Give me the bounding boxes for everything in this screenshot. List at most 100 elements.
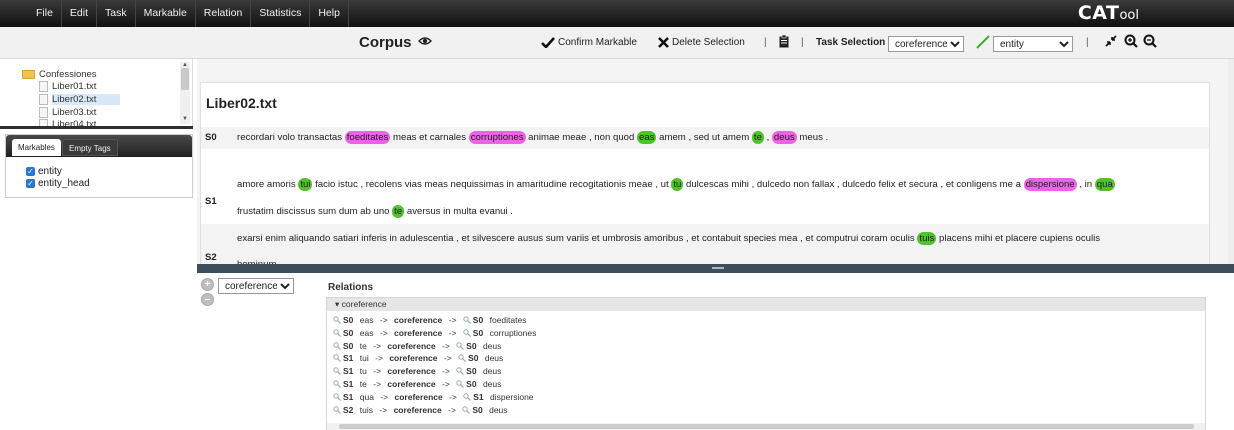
search-icon[interactable] bbox=[463, 393, 472, 401]
add-relation-button[interactable]: + bbox=[201, 278, 214, 291]
search-icon[interactable] bbox=[333, 316, 341, 324]
eye-icon[interactable] bbox=[418, 36, 432, 46]
markable-type-select[interactable]: entity bbox=[993, 36, 1073, 52]
search-icon[interactable] bbox=[456, 341, 465, 350]
search-icon[interactable] bbox=[456, 367, 465, 376]
markable-highlight[interactable]: dispersione bbox=[1023, 178, 1077, 191]
to-sentence-id: S0 bbox=[466, 366, 477, 377]
zoom-in-icon[interactable] bbox=[1124, 34, 1138, 48]
left-panel-divider[interactable] bbox=[0, 126, 193, 129]
search-icon[interactable] bbox=[333, 405, 341, 414]
tree-file-item[interactable]: Liber03.txt bbox=[39, 107, 96, 118]
tree-folder-confessiones[interactable]: Confessiones bbox=[22, 69, 97, 80]
search-icon[interactable] bbox=[463, 329, 471, 337]
relation-item[interactable]: S1 te -> coreference -> S0 deus bbox=[333, 379, 501, 389]
arrow-text: -> bbox=[448, 404, 456, 415]
to-markable: deus bbox=[489, 404, 508, 415]
document-title: Liber02.txt bbox=[206, 95, 277, 111]
markable-highlight[interactable]: deus bbox=[771, 131, 797, 144]
sentence-text[interactable]: recordari volo transactas foeditates mea… bbox=[237, 131, 828, 144]
relation-item[interactable]: S1 tui -> coreference -> S0 deus bbox=[333, 353, 503, 363]
tab-empty-tags[interactable]: Empty Tags bbox=[62, 139, 118, 156]
relation-item[interactable]: S0 eas -> coreference -> S0 foeditates bbox=[333, 315, 526, 325]
relation-item[interactable]: S0 eas -> coreference -> S0 corruptiones bbox=[333, 328, 536, 338]
logo-text-big: CAT bbox=[1077, 2, 1120, 24]
markable-highlight[interactable]: te bbox=[751, 131, 764, 144]
tree-file-item[interactable]: Liber02.txt bbox=[39, 94, 121, 105]
arrow-text: -> bbox=[379, 315, 388, 325]
search-icon[interactable] bbox=[333, 393, 341, 401]
search-icon[interactable] bbox=[333, 354, 341, 363]
menu-statistics[interactable]: Statistics bbox=[251, 0, 311, 27]
markable-highlight[interactable]: tuis bbox=[917, 232, 937, 245]
text-span: , in bbox=[1076, 179, 1095, 190]
relation-item[interactable]: S1 qua -> coreference -> S1 dispersione bbox=[333, 392, 534, 402]
arrow-text: -> bbox=[373, 366, 382, 377]
search-icon[interactable] bbox=[333, 367, 341, 376]
task-selection-select[interactable]: coreference bbox=[888, 36, 964, 52]
menu-relation[interactable]: Relation bbox=[196, 0, 252, 27]
text-span: recordari volo transactas bbox=[237, 132, 345, 143]
markable-highlight[interactable]: tu bbox=[671, 178, 684, 191]
panel-splitter[interactable] bbox=[197, 264, 1234, 273]
search-icon[interactable] bbox=[462, 405, 471, 414]
menu-edit[interactable]: Edit bbox=[62, 0, 98, 27]
sentence-text[interactable]: amore amoris tui facio istuc , recolens … bbox=[237, 178, 1115, 191]
splitter-grip[interactable] bbox=[712, 267, 724, 269]
menu-task[interactable]: Task bbox=[97, 0, 136, 27]
pencil-icon[interactable] bbox=[976, 35, 990, 49]
checkbox-checked-icon[interactable]: ✓ bbox=[26, 179, 35, 188]
relation-type-select[interactable]: coreference bbox=[218, 278, 294, 294]
clipboard-icon[interactable] bbox=[779, 35, 789, 48]
delete-selection-button[interactable]: Delete Selection bbox=[658, 37, 745, 48]
markable-highlight[interactable]: corruptiones bbox=[468, 131, 526, 144]
collapse-icon[interactable] bbox=[1105, 35, 1117, 47]
markable-highlight[interactable]: te bbox=[392, 205, 405, 218]
scroll-down-icon[interactable]: ▼ bbox=[182, 116, 188, 122]
scrollbar-thumb[interactable] bbox=[181, 68, 189, 90]
close-icon bbox=[658, 37, 669, 48]
zoom-out-icon[interactable] bbox=[1143, 34, 1157, 48]
to-markable: corruptiones bbox=[489, 327, 537, 338]
markable-highlight[interactable]: foeditates bbox=[344, 131, 391, 144]
confirm-markable-button[interactable]: Confirm Markable bbox=[541, 37, 637, 48]
relations-hscrollbar[interactable] bbox=[327, 423, 1205, 430]
relation-item[interactable]: S0 te -> coreference -> S0 deus bbox=[333, 341, 501, 351]
sentence-text[interactable]: frustatim discissus sum dum ab uno te av… bbox=[237, 205, 513, 218]
menu-file[interactable]: File bbox=[28, 0, 62, 27]
relation-item[interactable]: S1 tu -> coreference -> S0 deus bbox=[333, 366, 501, 376]
tree-file-item[interactable]: Liber01.txt bbox=[39, 81, 96, 92]
menu-help[interactable]: Help bbox=[310, 0, 349, 27]
from-markable: eas bbox=[359, 327, 374, 338]
sentence-text[interactable]: exarsi enim aliquando satiari inferis in… bbox=[237, 232, 1100, 245]
relations-group-header[interactable]: ▾ coreference bbox=[327, 298, 1205, 311]
search-icon[interactable] bbox=[458, 354, 466, 363]
markable-highlight[interactable]: qua bbox=[1094, 178, 1115, 191]
checkbox-checked-icon[interactable]: ✓ bbox=[26, 167, 35, 176]
from-markable: eas bbox=[359, 315, 374, 325]
relation-item[interactable]: S2 tuis -> coreference -> S0 deus bbox=[333, 405, 508, 415]
search-icon[interactable] bbox=[456, 380, 465, 388]
markable-highlight[interactable]: tui bbox=[298, 178, 313, 191]
search-icon[interactable] bbox=[333, 341, 341, 350]
scrollbar-thumb[interactable] bbox=[339, 424, 1194, 429]
from-sentence-id: S0 bbox=[343, 315, 354, 325]
sentence-id: S2 bbox=[205, 252, 217, 263]
menu-markable[interactable]: Markable bbox=[136, 0, 196, 27]
sentence-row-s0: S0 recordari volo transactas foeditates … bbox=[201, 127, 1209, 149]
markable-highlight[interactable]: eas bbox=[637, 131, 657, 144]
search-icon[interactable] bbox=[333, 329, 341, 337]
checkbox-entity[interactable]: ✓ entity bbox=[26, 166, 62, 177]
tab-markables[interactable]: Markables bbox=[12, 139, 61, 156]
arrow-text: -> bbox=[373, 379, 382, 389]
tags-panel: Markables Empty Tags ✓ entity ✓ entity_h… bbox=[5, 134, 193, 198]
search-icon[interactable] bbox=[333, 380, 341, 388]
search-icon[interactable] bbox=[463, 316, 471, 324]
file-tree-scrollbar[interactable]: ▲ ▼ bbox=[180, 62, 190, 124]
document-area: Liber02.txt S0 recordari volo transactas… bbox=[197, 59, 1228, 270]
remove-relation-button[interactable]: – bbox=[201, 293, 214, 306]
file-label: Liber02.txt bbox=[52, 94, 121, 105]
text-span: aversus in multa evanui . bbox=[404, 206, 513, 217]
document-scrollbar[interactable] bbox=[1228, 59, 1234, 264]
checkbox-entity-head[interactable]: ✓ entity_head bbox=[26, 178, 90, 189]
